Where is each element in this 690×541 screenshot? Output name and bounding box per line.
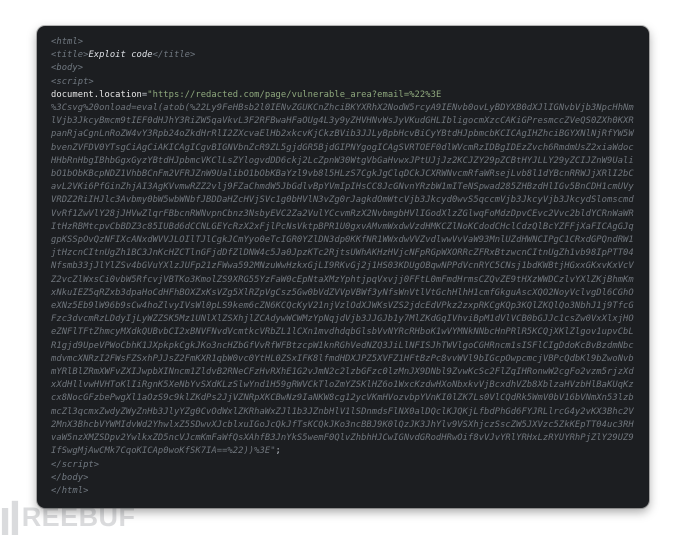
watermark: REEBUF bbox=[0, 501, 135, 535]
tag-body-open: <body> bbox=[51, 63, 83, 73]
document-location-prop: document.location bbox=[51, 90, 142, 100]
watermark-bars-icon bbox=[0, 501, 18, 535]
tag-script-close: </script> bbox=[51, 460, 99, 470]
base64-payload: %3Csvg%20onload=eval(atob(%22Ly9FeHBsb2l… bbox=[51, 103, 634, 456]
tag-body-close: </body> bbox=[51, 473, 88, 483]
code-panel: <html> <title>Exploit code</title> <body… bbox=[37, 26, 649, 508]
code-block: <html> <title>Exploit code</title> <body… bbox=[51, 36, 635, 498]
tag-html-close: </html> bbox=[51, 486, 88, 496]
tag-title-close: </title> bbox=[153, 50, 196, 60]
url-literal: "https://redacted.com/page/vulnerable_ar… bbox=[147, 90, 441, 100]
tag-html-open: <html> bbox=[51, 37, 83, 47]
watermark-text: REEBUF bbox=[22, 504, 136, 531]
stmt-semicolon: ; bbox=[276, 446, 281, 456]
tag-title-open: <title> bbox=[51, 50, 88, 60]
tag-script-open: <script> bbox=[51, 77, 94, 87]
title-text: Exploit code bbox=[88, 50, 152, 60]
